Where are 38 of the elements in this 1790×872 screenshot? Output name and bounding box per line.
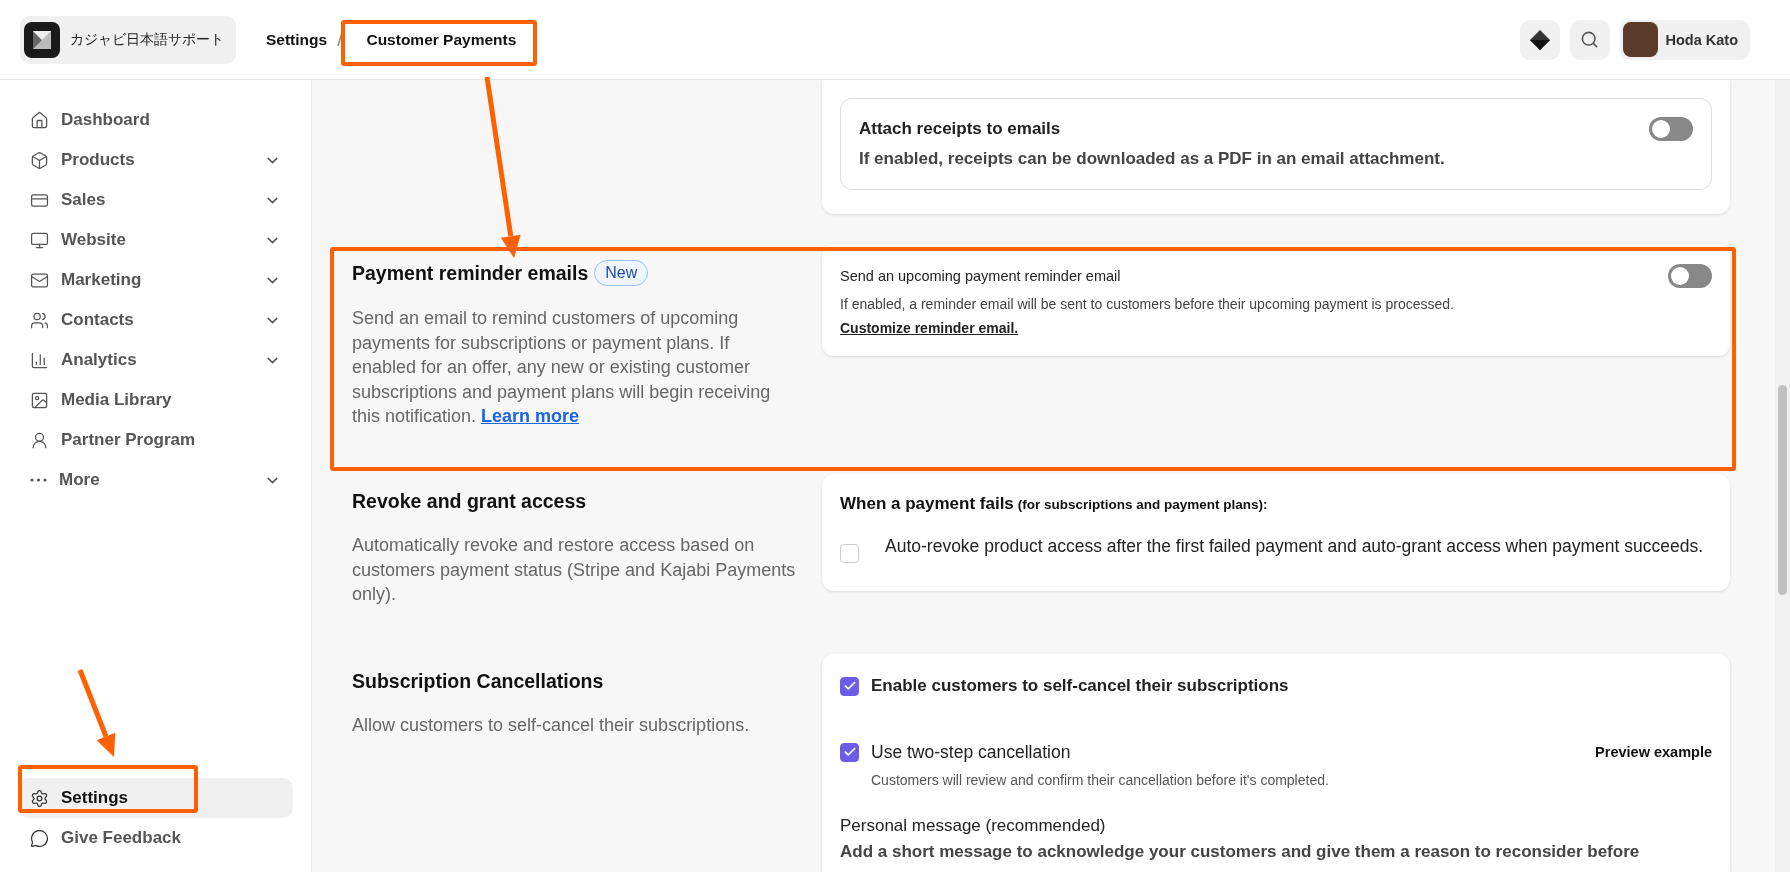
option-hint: Customers will review and confirm their cancellation before it's completed. xyxy=(871,772,1330,788)
card-note: (for subscriptions and payment plans): xyxy=(1017,497,1268,512)
card-heading: When a payment fails xyxy=(840,494,1014,514)
checkbox-label: Use two-step cancellation xyxy=(871,741,1071,764)
sidebar-item[interactable]: Analytics xyxy=(18,340,293,380)
section-title: Revoke and grant access xyxy=(352,490,587,513)
preview-link[interactable]: Preview example xyxy=(1595,744,1712,760)
checkbox-label: Auto-revoke product access after the first failed payment and auto-grant access when payment succeeds. xyxy=(885,535,1704,558)
sidebar-item[interactable]: Give Feedback xyxy=(18,818,293,858)
sidebar-item[interactable]: Media Library xyxy=(18,380,293,420)
user-menu-button[interactable]: Hoda Kato xyxy=(1619,19,1750,60)
sidebar-item[interactable]: Marketing xyxy=(18,260,293,300)
field-label: Personal message (recommended) xyxy=(840,816,1107,836)
workspace-switcher[interactable]: カジャビ日本語サポート xyxy=(20,15,236,64)
section-description: Send an email to remind customers of upcoming payments for subscriptions or payment plans. If enabled for an offer, any new or existing customer subscriptions and payment plans will begin receiving this notification. Learn more xyxy=(352,307,772,428)
sidebar-item[interactable]: Partner Program xyxy=(18,420,293,460)
sidebar-item[interactable]: Website xyxy=(18,220,293,260)
option-description: If enabled, a reminder email will be sent to customers before their upcoming payment is processed. xyxy=(840,296,1455,312)
sidebar-item[interactable]: Settings xyxy=(18,778,293,818)
sidebar-item[interactable]: Dashboard xyxy=(18,100,293,140)
section-title: Subscription Cancellations xyxy=(352,670,604,693)
option-title: Send an upcoming payment reminder email xyxy=(840,268,1121,284)
section-description: Allow customers to self-cancel their subscriptions. xyxy=(352,714,751,737)
sidebar-item[interactable]: Contacts xyxy=(18,300,293,340)
section-title: Payment reminder emails xyxy=(352,261,589,285)
sidebar-item[interactable]: More xyxy=(18,460,293,500)
field-hint: Add a short message to acknowledge your customers and give them a reason to reconsider before xyxy=(840,842,1641,862)
section-description: Automatically revoke and restore access based on customers payment status (Stripe and Kajabi Payments only). xyxy=(352,534,797,606)
breadcrumb-link[interactable]: Settings xyxy=(266,30,328,49)
checkbox-label: Enable customers to self-cancel their subscriptions xyxy=(871,675,1289,697)
option-description: If enabled, receipts can be downloaded as a PDF in an email attachment. xyxy=(859,149,1446,169)
breadcrumb-link[interactable]: Customer Payments xyxy=(366,30,517,49)
sidebar-item[interactable]: Sales xyxy=(18,180,293,220)
sidebar-item[interactable]: Products xyxy=(18,140,293,180)
new-badge: New xyxy=(594,260,649,286)
option-title: Attach receipts to emails xyxy=(859,119,1061,139)
customize-link[interactable]: Customize reminder email. xyxy=(840,320,1019,336)
learn-more-link[interactable]: Learn more xyxy=(481,406,580,426)
